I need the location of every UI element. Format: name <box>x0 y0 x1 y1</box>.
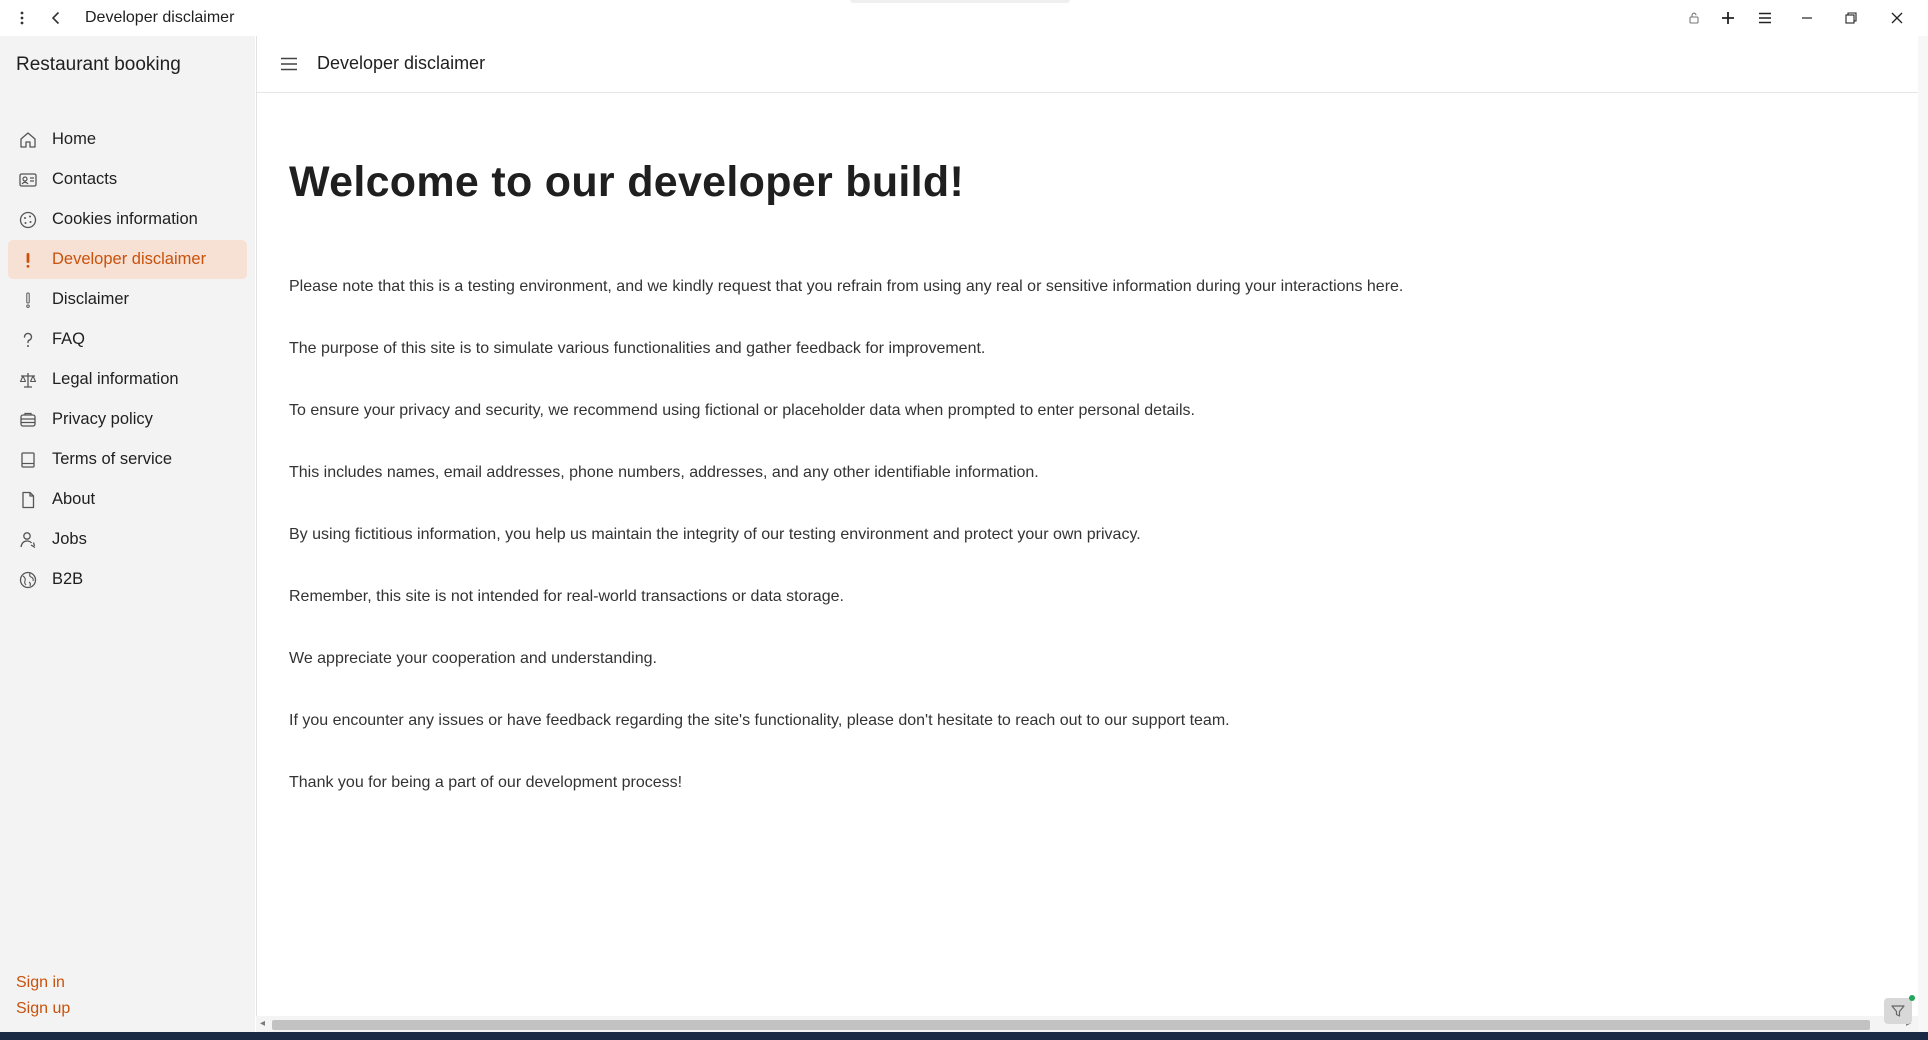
globe-icon <box>17 569 39 591</box>
sign-up-link[interactable]: Sign up <box>16 1000 70 1018</box>
sidebar-item-label: Disclaimer <box>52 290 130 308</box>
sidebar-item-contacts[interactable]: Contacts <box>8 160 247 199</box>
app-title: Restaurant booking <box>16 54 181 75</box>
title-bar: Developer disclaimer <box>0 0 1928 36</box>
hamburger-menu-icon[interactable] <box>277 52 301 76</box>
sidebar-item-label: About <box>52 490 96 508</box>
drag-region-indicator <box>850 0 1070 3</box>
horizontal-scrollbar[interactable]: ◂ ▸ <box>256 1016 1918 1032</box>
scroll-left-arrow-icon[interactable]: ◂ <box>260 1018 265 1029</box>
main-content: Developer disclaimer Welcome to our deve… <box>256 36 1919 1032</box>
paragraph: This includes names, email addresses, ph… <box>289 464 1039 481</box>
more-options-icon[interactable] <box>10 0 34 36</box>
page-icon <box>17 489 39 511</box>
sidebar-item-cookies-information[interactable]: Cookies information <box>8 200 247 239</box>
sidebar-item-terms-of-service[interactable]: Terms of service <box>8 440 247 479</box>
sidebar-item-developer-disclaimer[interactable]: Developer disclaimer <box>8 240 247 279</box>
person-icon <box>17 529 39 551</box>
feedback-icon[interactable] <box>1884 995 1915 1024</box>
sidebar-item-label: Cookies information <box>52 210 198 228</box>
sidebar-item-about[interactable]: About <box>8 480 247 519</box>
add-icon[interactable] <box>1717 0 1739 36</box>
sidebar-item-label: B2B <box>52 570 84 588</box>
welcome-heading: Welcome to our developer build! <box>289 158 965 206</box>
paragraph: By using fictitious information, you hel… <box>289 526 1141 543</box>
taskbar <box>0 1032 1928 1040</box>
sidebar-item-label: Terms of service <box>52 450 173 468</box>
back-arrow-icon[interactable] <box>44 0 68 36</box>
sidebar-item-home[interactable]: Home <box>8 120 247 159</box>
paragraph: Please note that this is a testing envir… <box>289 278 1404 295</box>
paragraph: If you encounter any issues or have feed… <box>289 712 1230 729</box>
sidebar: Restaurant booking Home Contacts Cookies… <box>0 36 255 1032</box>
scales-icon <box>17 369 39 391</box>
paragraph: To ensure your privacy and security, we … <box>289 402 1195 419</box>
restore-icon[interactable] <box>1836 0 1866 36</box>
sidebar-item-label: Contacts <box>52 170 118 188</box>
scrollbar-thumb[interactable] <box>272 1020 1870 1030</box>
sidebar-item-faq[interactable]: FAQ <box>8 320 247 359</box>
lock-icon[interactable] <box>1684 0 1704 36</box>
close-icon[interactable] <box>1882 0 1912 36</box>
sidebar-item-label: Legal information <box>52 370 179 388</box>
cookie-icon <box>17 209 39 231</box>
page-title: Developer disclaimer <box>317 53 486 73</box>
paragraph: Remember, this site is not intended for … <box>289 588 844 605</box>
contact-card-icon <box>17 169 39 191</box>
paragraph: We appreciate your cooperation and under… <box>289 650 657 667</box>
sidebar-item-label: Developer disclaimer <box>52 250 207 268</box>
exclamation-icon <box>17 249 39 271</box>
minimize-icon[interactable] <box>1792 0 1822 36</box>
sidebar-item-label: Home <box>52 130 97 148</box>
sidebar-item-label: FAQ <box>52 330 86 348</box>
home-icon <box>17 129 39 151</box>
sidebar-item-jobs[interactable]: Jobs <box>8 520 247 559</box>
document-icon <box>17 449 39 471</box>
paragraph: Thank you for being a part of our develo… <box>289 774 683 791</box>
page-header: Developer disclaimer <box>257 36 1919 93</box>
window-title: Developer disclaimer <box>85 9 235 26</box>
paragraph: The purpose of this site is to simulate … <box>289 340 986 357</box>
article: Welcome to our developer build! Please n… <box>289 156 1869 791</box>
sidebar-item-label: Jobs <box>52 530 87 548</box>
sidebar-item-b2b[interactable]: B2B <box>8 560 247 599</box>
sidebar-item-privacy-policy[interactable]: Privacy policy <box>8 400 247 439</box>
sign-in-link[interactable]: Sign in <box>16 974 65 992</box>
vertical-scrollbar[interactable] <box>1918 36 1928 1032</box>
sidebar-item-legal-information[interactable]: Legal information <box>8 360 247 399</box>
privacy-icon <box>17 409 39 431</box>
sidebar-item-disclaimer[interactable]: Disclaimer <box>8 280 247 319</box>
exclamation-icon <box>17 289 39 311</box>
sidebar-item-label: Privacy policy <box>52 410 153 428</box>
status-dot <box>1909 995 1915 1001</box>
menu-icon[interactable] <box>1753 0 1777 36</box>
question-icon <box>17 329 39 351</box>
